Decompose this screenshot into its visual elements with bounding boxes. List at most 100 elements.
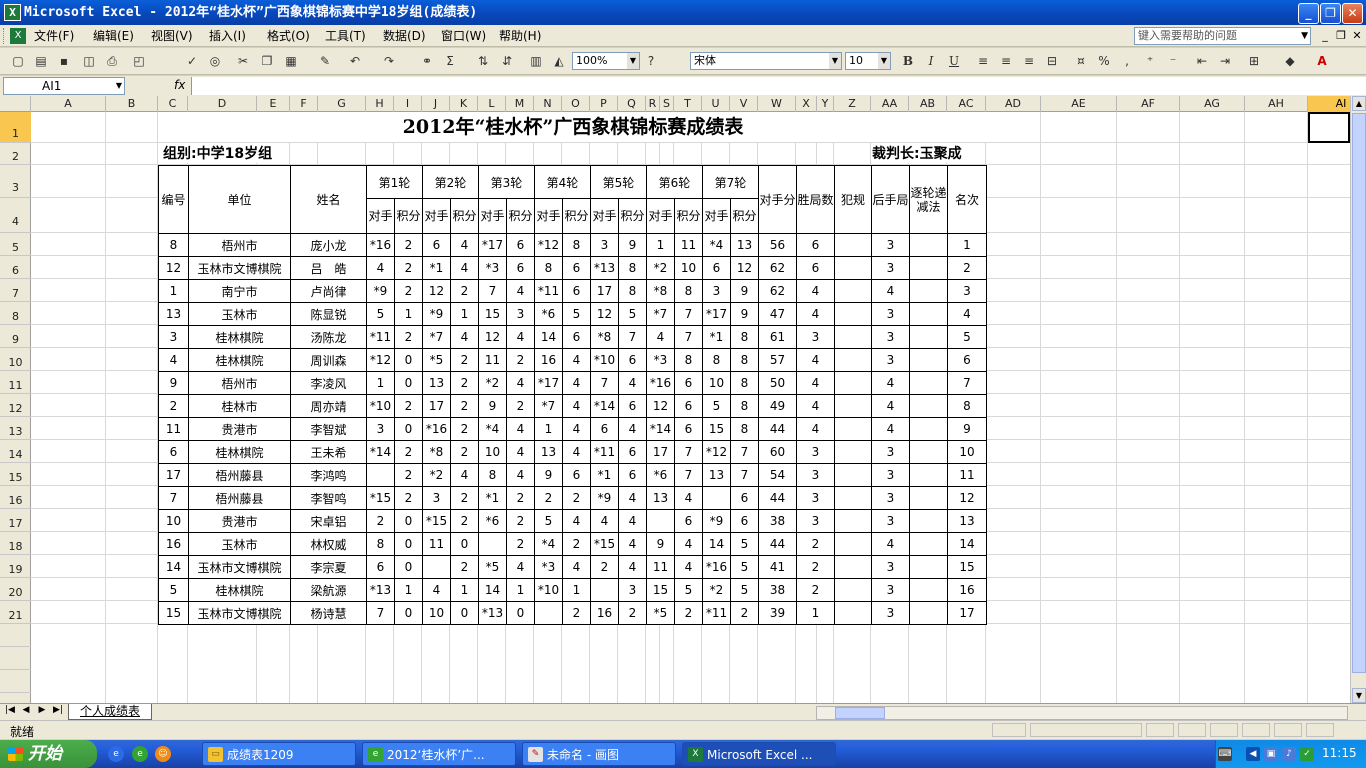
header-round-5[interactable]: 第5轮 (590, 165, 647, 199)
table-cell[interactable]: 4 (674, 532, 703, 556)
table-cell[interactable]: 6 (562, 256, 591, 280)
currency-icon[interactable]: ¤ (1072, 52, 1090, 70)
table-cell[interactable]: *3 (478, 256, 507, 280)
table-cell[interactable] (834, 440, 872, 464)
table-cell[interactable]: 13 (702, 463, 731, 487)
table-cell[interactable]: 0 (506, 601, 535, 625)
table-cell[interactable]: 4 (618, 371, 647, 395)
table-cell[interactable]: 4 (871, 532, 910, 556)
table-cell[interactable]: *12 (366, 348, 395, 372)
header-points[interactable]: 积分 (730, 198, 759, 234)
table-cell[interactable]: 9 (730, 279, 759, 303)
table-cell[interactable]: *1 (590, 463, 619, 487)
table-cell[interactable]: 17 (947, 601, 987, 625)
table-cell[interactable]: 8 (674, 279, 703, 303)
table-cell[interactable]: 12 (730, 256, 759, 280)
table-cell[interactable] (834, 509, 872, 533)
row-header-9[interactable]: 9 (0, 325, 31, 348)
table-cell[interactable]: 9 (534, 463, 563, 487)
row-header-4[interactable]: 4 (0, 198, 31, 233)
table-cell[interactable]: *16 (646, 371, 675, 395)
table-cell[interactable]: 2 (562, 601, 591, 625)
table-cell[interactable]: *1 (422, 256, 451, 280)
header-round-3[interactable]: 第3轮 (478, 165, 535, 199)
table-cell[interactable]: 15 (158, 601, 189, 625)
column-header-ai[interactable]: AI (1308, 96, 1350, 112)
font-color-icon[interactable]: A (1313, 52, 1331, 70)
table-cell[interactable]: 1 (506, 578, 535, 602)
table-cell[interactable]: *15 (422, 509, 451, 533)
table-cell[interactable]: *2 (646, 256, 675, 280)
column-header-h[interactable]: H (366, 96, 394, 112)
doc-close-button[interactable]: ✕ (1350, 29, 1364, 42)
close-button[interactable]: ✕ (1342, 3, 1363, 24)
table-cell[interactable]: 7 (478, 279, 507, 303)
next-sheet-icon[interactable]: ▶ (35, 705, 49, 715)
table-cell[interactable]: 6 (158, 440, 189, 464)
excel-app-icon[interactable]: X (4, 4, 21, 21)
table-cell[interactable]: 14 (947, 532, 987, 556)
row-header-12[interactable]: 12 (0, 394, 31, 417)
column-header-n[interactable]: N (534, 96, 562, 112)
menu-format[interactable]: 格式(O) (267, 28, 310, 45)
table-cell[interactable]: 6 (506, 256, 535, 280)
table-cell[interactable]: 8 (730, 394, 759, 418)
table-cell[interactable]: 6 (366, 555, 395, 579)
table-cell[interactable]: 林权威 (290, 532, 367, 556)
table-cell[interactable]: 49 (758, 394, 797, 418)
table-cell[interactable] (834, 417, 872, 441)
table-cell[interactable] (909, 578, 948, 602)
table-cell[interactable]: 4 (366, 256, 395, 280)
taskbar-item-paint[interactable]: ✎ 未命名 - 画图 (522, 742, 676, 766)
table-cell[interactable]: 8 (562, 233, 591, 257)
doc-minimize-button[interactable]: _ (1318, 29, 1332, 42)
table-cell[interactable]: 周训森 (290, 348, 367, 372)
table-cell[interactable]: 8 (730, 417, 759, 441)
table-cell[interactable]: *2 (478, 371, 507, 395)
table-cell[interactable]: 4 (618, 417, 647, 441)
table-cell[interactable]: 3 (871, 509, 910, 533)
table-cell[interactable]: *16 (366, 233, 395, 257)
table-cell[interactable]: 2 (394, 233, 423, 257)
help-search-input[interactable]: 键入需要帮助的问题 ▼ (1134, 27, 1311, 45)
sort-descending-icon[interactable]: ⇵ (498, 52, 516, 70)
table-cell[interactable]: 1 (534, 417, 563, 441)
table-cell[interactable]: 3 (366, 417, 395, 441)
column-header-s[interactable]: S (660, 96, 674, 112)
maximize-button[interactable]: ❐ (1320, 3, 1341, 24)
table-cell[interactable]: 57 (758, 348, 797, 372)
start-button[interactable]: 开始 (0, 740, 97, 768)
hyperlink-icon[interactable]: ⚭ (418, 52, 436, 70)
undo-icon[interactable]: ↶ (346, 52, 364, 70)
autosum-icon[interactable]: Σ (441, 52, 459, 70)
column-header-g[interactable]: G (318, 96, 366, 112)
table-cell[interactable]: 梁航源 (290, 578, 367, 602)
column-header-z[interactable]: Z (834, 96, 871, 112)
table-cell[interactable]: 2 (730, 601, 759, 625)
spelling-icon[interactable]: ✓ (183, 52, 201, 70)
table-cell[interactable]: *6 (646, 463, 675, 487)
header-unit[interactable]: 单位 (188, 165, 291, 234)
table-cell[interactable]: 3 (796, 463, 835, 487)
table-cell[interactable] (834, 578, 872, 602)
table-cell[interactable]: 12 (158, 256, 189, 280)
table-cell[interactable]: 4 (796, 302, 835, 326)
table-cell[interactable]: *14 (590, 394, 619, 418)
chevron-left-icon[interactable]: ◀ (1246, 747, 1260, 761)
table-cell[interactable]: 7 (618, 325, 647, 349)
header-round-7[interactable]: 第7轮 (702, 165, 759, 199)
browser-icon[interactable]: e (132, 746, 148, 762)
table-cell[interactable]: 庞小龙 (290, 233, 367, 257)
table-cell[interactable]: 6 (590, 417, 619, 441)
table-cell[interactable]: 5 (618, 302, 647, 326)
table-cell[interactable]: 3 (871, 601, 910, 625)
table-cell[interactable] (834, 463, 872, 487)
row-header-16[interactable]: 16 (0, 486, 31, 509)
table-cell[interactable]: 2 (506, 394, 535, 418)
table-cell[interactable]: 4 (590, 509, 619, 533)
table-cell[interactable]: 4 (506, 440, 535, 464)
table-cell[interactable]: 16 (158, 532, 189, 556)
menu-edit[interactable]: 编辑(E) (93, 28, 134, 45)
header-points[interactable]: 积分 (562, 198, 591, 234)
last-sheet-icon[interactable]: ▶| (51, 705, 65, 715)
